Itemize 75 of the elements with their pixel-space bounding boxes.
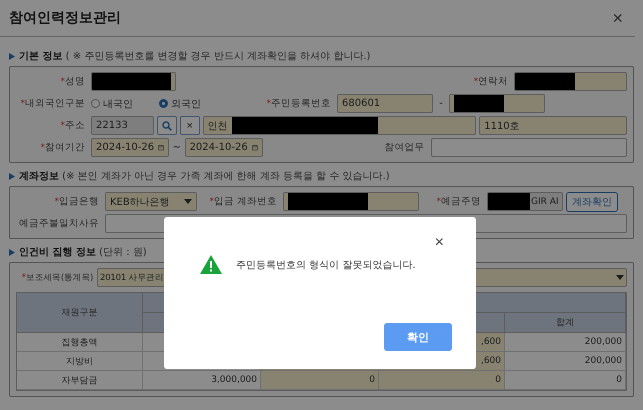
required-mark: *	[22, 272, 26, 282]
field-label: 입금 계좌번호	[214, 195, 277, 208]
table-cell: 0	[261, 371, 379, 390]
radio-option[interactable]: 내국인	[91, 96, 133, 110]
date-field[interactable]: 2024-10-26	[91, 138, 170, 157]
required-mark: *	[20, 98, 25, 108]
triangle-icon	[9, 172, 15, 180]
input-field[interactable]: 680601	[337, 94, 433, 113]
field-label: 예금주불일치사유	[19, 217, 99, 230]
required-mark: *	[60, 120, 65, 130]
redaction-block	[454, 95, 504, 112]
bank-select[interactable]: KEB하나은행	[105, 192, 197, 211]
column-header: 합계	[505, 313, 626, 333]
field-label: 보조세목(통계목)	[26, 272, 93, 284]
table-cell: 집행총액	[17, 333, 143, 352]
search-icon	[162, 120, 172, 130]
input-field[interactable]: 1110호	[479, 116, 627, 135]
table-cell: 0	[379, 371, 505, 390]
table-cell: 200,000	[505, 352, 626, 371]
triangle-icon	[9, 248, 15, 256]
caret-icon	[616, 275, 624, 280]
field-label: 주소	[65, 119, 85, 132]
redaction-block	[488, 193, 530, 210]
caret-icon	[184, 199, 192, 204]
table-cell: 지방비	[17, 352, 143, 371]
table-cell: 200,000	[505, 333, 626, 352]
section-heading: 계좌정보 (※ 본인 계좌가 아닌 경우 가족 계좌에 한해 계좌 등록을 할 수 있습니다.)	[19, 170, 390, 183]
input-field[interactable]	[283, 192, 419, 211]
input-field[interactable]	[91, 72, 176, 91]
field-label: 예금주명	[441, 195, 481, 208]
input-field[interactable]	[514, 72, 627, 91]
input-field[interactable]: GIR AI	[487, 192, 563, 211]
required-mark: *	[266, 98, 271, 108]
required-mark: *	[474, 76, 478, 86]
triangle-icon	[9, 52, 15, 60]
close-button[interactable]: ×	[612, 9, 623, 27]
radio-option[interactable]: 외국인	[159, 96, 201, 110]
required-mark: *	[436, 196, 441, 206]
field-label: 참여기간	[45, 141, 85, 154]
date-field[interactable]: 2024-10-26	[184, 138, 263, 157]
input-field[interactable]: 인천	[202, 116, 476, 135]
radio-button[interactable]	[91, 99, 100, 108]
table-cell: 0	[505, 371, 626, 390]
field-label: 연락처	[478, 75, 508, 88]
calendar-icon[interactable]	[252, 142, 258, 153]
calendar-icon[interactable]	[158, 142, 164, 153]
alert-message: 주민등록번호의 형식이 잘못되었습니다.	[236, 258, 416, 272]
field-label: 성명	[65, 75, 85, 88]
search-button[interactable]	[157, 116, 177, 135]
required-mark: *	[209, 196, 214, 206]
input-field[interactable]	[430, 138, 628, 157]
window-title: 참여인력정보관리	[9, 9, 121, 27]
radio-button[interactable]	[159, 99, 168, 108]
separator-text: -	[438, 98, 444, 109]
required-mark: *	[40, 142, 45, 152]
warning-icon	[200, 255, 222, 274]
section-heading: 기본 정보 ( ※ 주민등록번호를 변경할 경우 반드시 계좌확인을 하셔야 합니다.)	[19, 50, 370, 63]
input-field[interactable]: 22133	[91, 116, 154, 135]
required-mark: *	[54, 196, 59, 206]
redaction-block	[515, 73, 576, 90]
confirm-button[interactable]: 확인	[384, 323, 452, 351]
separator-text: ~	[172, 142, 182, 153]
input-field[interactable]	[449, 94, 545, 113]
section-heading: 인건비 집행 정보 (단위 : 원)	[19, 246, 147, 259]
field-label: 참여업무	[384, 141, 425, 154]
table-cell: 3,000,000	[143, 371, 261, 390]
required-mark: *	[60, 76, 65, 86]
field-label: 주민등록번호	[271, 97, 331, 110]
account-check-button[interactable]: 계좌확인	[566, 192, 618, 212]
clear-button[interactable]: ×	[180, 116, 200, 135]
close-button[interactable]: ×	[434, 235, 444, 251]
field-label: 입금은행	[59, 195, 99, 208]
column-header: 재원구분	[17, 293, 143, 333]
field-label: 내외국인구분	[25, 97, 85, 110]
table-cell: 자부담금	[17, 371, 143, 390]
